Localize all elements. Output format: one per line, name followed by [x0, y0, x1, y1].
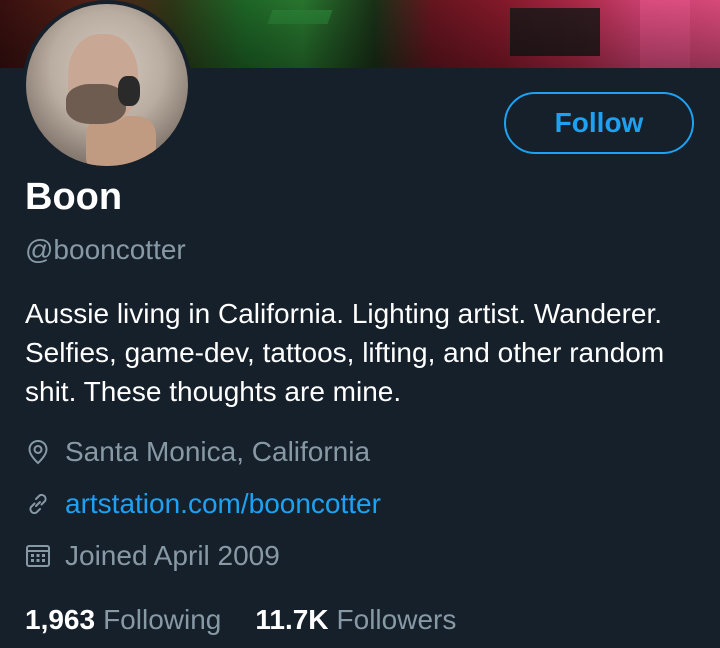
following-label: Following [103, 604, 222, 635]
user-handle: @booncotter [25, 234, 186, 265]
website-link[interactable]: artstation.com/booncotter [65, 488, 381, 520]
banner-light [267, 10, 333, 24]
location-pin-icon [25, 439, 51, 465]
display-name: Boon [25, 176, 123, 218]
followers-stat[interactable]: 11.7K Followers [255, 604, 456, 636]
location-text: Santa Monica, California [65, 436, 371, 467]
joined-text: Joined April 2009 [65, 540, 280, 571]
profile-stats: 1,963 Following 11.7K Followers [25, 604, 490, 636]
follow-button[interactable]: Follow [504, 92, 694, 154]
link-icon [25, 491, 51, 517]
followers-label: Followers [336, 604, 457, 635]
joined-row: Joined April 2009 [25, 540, 280, 572]
following-count: 1,963 [25, 604, 96, 635]
avatar-tattoo [118, 76, 140, 106]
banner-light [640, 0, 690, 68]
avatar-photo [26, 4, 188, 166]
banner-equipment [510, 8, 600, 56]
location-row: Santa Monica, California [25, 436, 370, 468]
calendar-icon [25, 543, 51, 569]
website-row: artstation.com/booncotter [25, 488, 381, 520]
followers-count: 11.7K [255, 604, 329, 635]
avatar[interactable] [22, 0, 192, 170]
following-stat[interactable]: 1,963 Following [25, 604, 221, 636]
avatar-beard [66, 84, 126, 124]
profile-bio: Aussie living in California. Lighting ar… [25, 298, 665, 407]
